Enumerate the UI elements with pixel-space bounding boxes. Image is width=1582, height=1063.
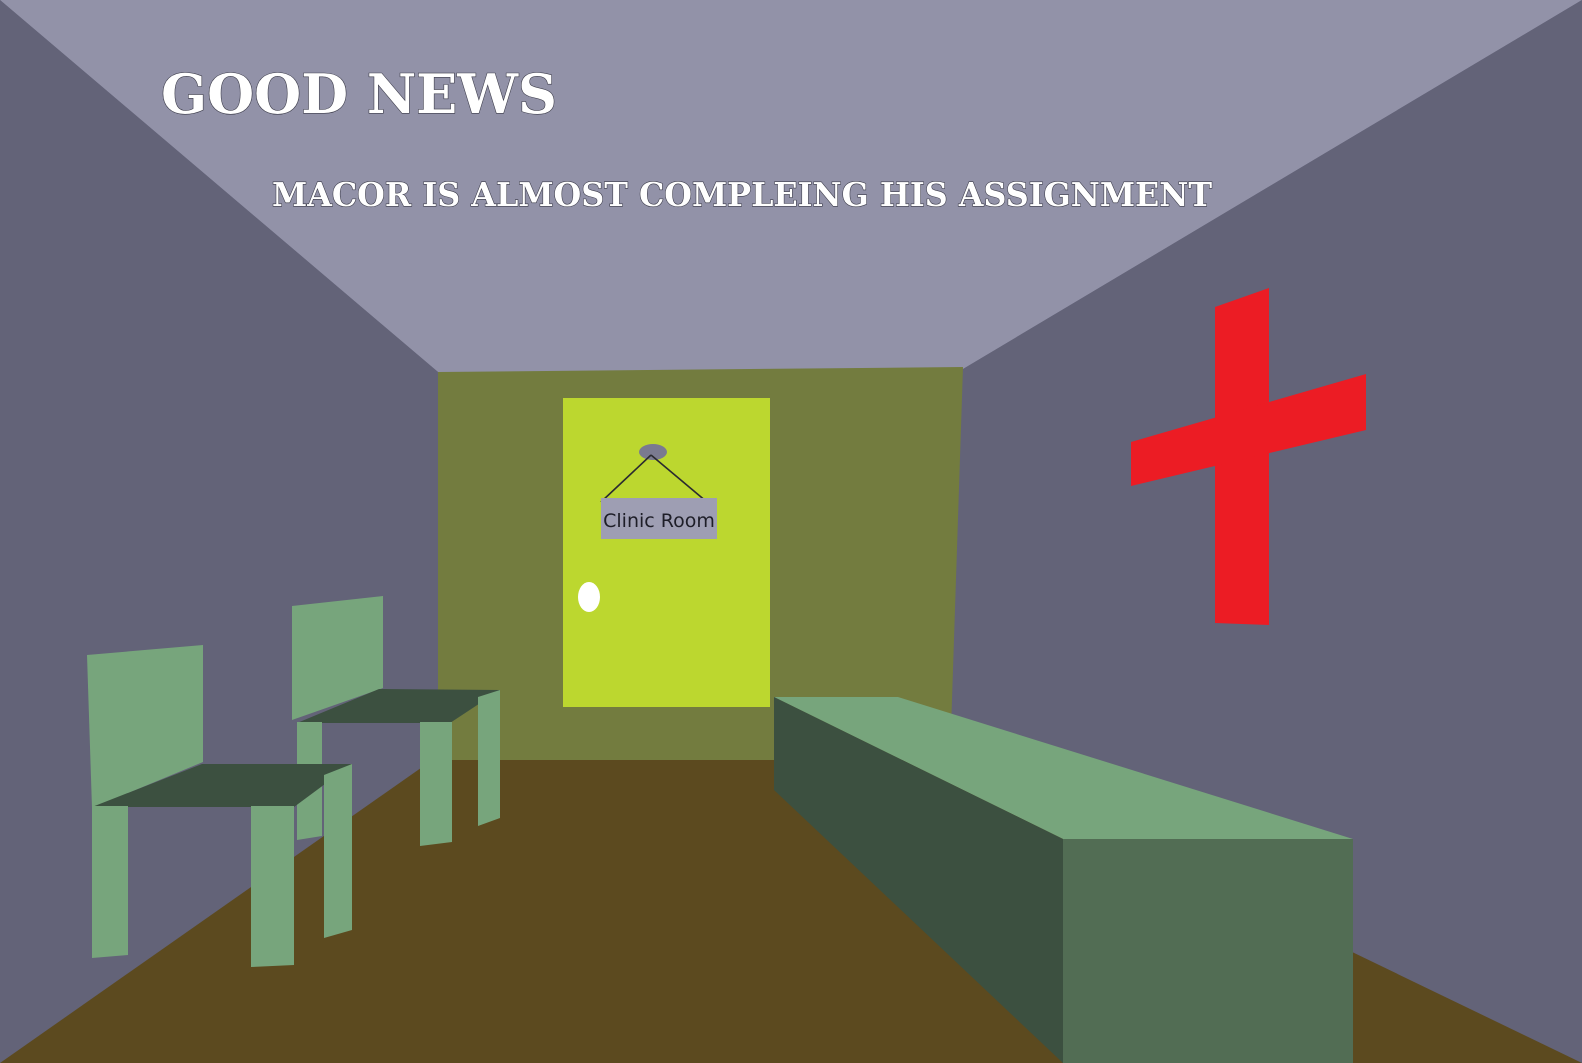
- bench-front: [1063, 839, 1353, 1063]
- door-icon: [563, 398, 770, 707]
- clinic-door[interactable]: Clinic Room: [563, 398, 770, 707]
- headline: GOOD NEWS: [161, 62, 557, 126]
- clinic-room-scene: Clinic Room GOOD NEWS MACOR IS ALMOST CO…: [0, 0, 1582, 1063]
- door-knob[interactable]: [578, 582, 600, 612]
- door-sign-label: Clinic Room: [603, 510, 715, 532]
- subheadline: MACOR IS ALMOST COMPLEING HIS ASSIGNMENT: [272, 175, 1212, 214]
